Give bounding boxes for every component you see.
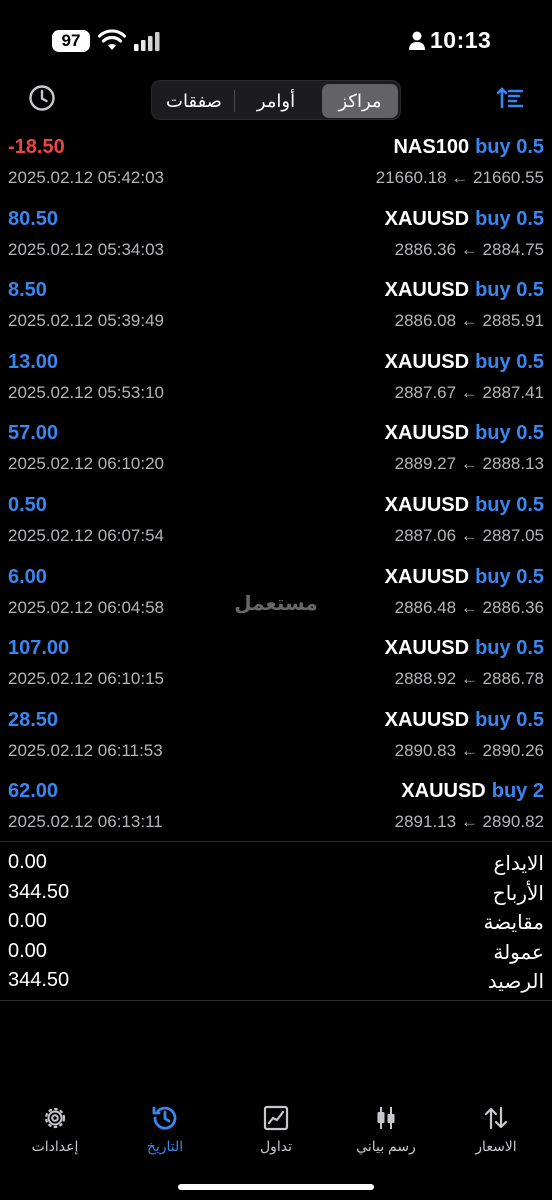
trade-profit: 107.00 (8, 637, 70, 660)
trade-chart-icon (263, 1105, 289, 1131)
summary-row-profit: 344.50 الأرباح (0, 878, 552, 908)
trade-row[interactable]: 13.00 2025.02.12 05:53:10 XAUUSD buy 0.5 … (0, 327, 552, 402)
tab-label: رسم بياني (356, 1138, 416, 1154)
trade-symbol-line: XAUUSD buy 0.5 (385, 709, 544, 732)
account-summary: 0.00 الايداع 344.50 الأرباح 0.00 مقايضة … (0, 848, 552, 996)
battery-indicator: 97 (52, 30, 90, 52)
summary-divider-top (0, 841, 552, 842)
history-clock-icon[interactable] (28, 84, 56, 112)
trade-symbol-line: XAUUSD buy 0.5 (385, 279, 544, 302)
trade-symbol-line: XAUUSD buy 0.5 (385, 494, 544, 517)
trade-direction: buy 0.5 (475, 637, 544, 660)
trade-symbol: NAS100 (393, 136, 470, 158)
tab-history[interactable]: التاريخ (115, 1100, 215, 1166)
trade-row[interactable]: -18.50 2025.02.12 05:42:03 NAS100 buy 0.5… (0, 112, 552, 187)
tab-quotes[interactable]: الاسعار (446, 1100, 546, 1166)
tab-label: تداول (259, 1138, 293, 1154)
summary-row-balance: 344.50 الرصيد (0, 966, 552, 996)
trade-profit: 8.50 (8, 279, 47, 302)
status-time: 10:13 (430, 27, 492, 53)
summary-row-deposit: 0.00 الايداع (0, 848, 552, 878)
trade-symbol-line: XAUUSD buy 0.5 (385, 637, 544, 660)
watermark-logo: مستعمل (234, 591, 317, 615)
tab-settings[interactable]: إعدادات (5, 1100, 105, 1166)
trade-symbol-line: XAUUSD buy 2 (401, 780, 544, 803)
cellular-signal-icon (134, 32, 160, 51)
tab-label: إعدادات (31, 1138, 79, 1154)
trade-direction: buy 0.5 (475, 493, 544, 516)
summary-label: الرصيد (487, 971, 544, 993)
trade-symbol: XAUUSD (384, 422, 470, 445)
summary-value: 0.00 (8, 939, 47, 962)
summary-label: الايداع (493, 853, 544, 875)
trade-row[interactable]: 80.50 2025.02.12 05:34:03 XAUUSD buy 0.5 … (0, 184, 552, 259)
trade-symbol-line: XAUUSD buy 0.5 (385, 351, 544, 374)
trade-row[interactable]: 107.00 2025.02.12 06:10:15 XAUUSD buy 0.5… (0, 613, 552, 688)
summary-row-swap: 0.00 مقايضة (0, 907, 552, 937)
trade-symbol: XAUUSD (384, 565, 470, 588)
tab-label: التاريخ (146, 1138, 184, 1154)
summary-divider-bottom (0, 1000, 552, 1001)
trade-row[interactable]: 8.50 2025.02.12 05:39:49 XAUUSD buy 0.5 2… (0, 255, 552, 330)
trade-direction: buy 0.5 (475, 565, 544, 588)
summary-label: عمولة (493, 941, 544, 964)
trade-prices: 2891.13 ← 2890.82 (394, 812, 544, 832)
home-indicator[interactable] (178, 1184, 374, 1190)
summary-value: 344.50 (8, 969, 70, 991)
summary-label: مقايضة (483, 912, 544, 934)
summary-value: 0.00 (8, 851, 47, 873)
status-bar: 97 10:13 (0, 0, 552, 80)
trade-profit: 13.00 (8, 350, 59, 373)
candlestick-icon (377, 1107, 395, 1129)
tab-chart[interactable]: رسم بياني (336, 1100, 436, 1166)
trade-symbol: XAUUSD (401, 780, 486, 803)
trade-direction: buy 0.5 (475, 350, 544, 373)
trade-symbol: XAUUSD (384, 493, 470, 516)
summary-value: 0.00 (8, 910, 47, 932)
trade-time: 2025.02.12 06:13:11 (8, 812, 163, 832)
trade-symbol: XAUUSD (384, 637, 470, 660)
trade-direction: buy 2 (491, 780, 544, 803)
gear-icon (44, 1107, 66, 1129)
trade-direction: buy 0.5 (475, 422, 544, 445)
trade-direction: buy 0.5 (475, 279, 544, 302)
trade-profit: 57.00 (8, 422, 59, 445)
trade-profit: 62.00 (8, 780, 59, 803)
quotes-arrows-icon (484, 1106, 508, 1130)
trade-symbol: XAUUSD (384, 708, 470, 731)
person-icon (409, 31, 425, 50)
trade-direction: buy 0.5 (475, 207, 544, 230)
trade-profit: 80.50 (8, 207, 59, 230)
trades-list: -18.50 2025.02.12 05:42:03 NAS100 buy 0.5… (0, 112, 552, 831)
trade-symbol-line: NAS100 buy 0.5 (393, 136, 544, 159)
trade-row[interactable]: 57.00 2025.02.12 06:10:20 XAUUSD buy 0.5 … (0, 398, 552, 473)
trade-direction: buy 0.5 (475, 708, 544, 731)
tab-label: الاسعار (475, 1138, 517, 1154)
trade-profit: -18.50 (8, 136, 65, 158)
trade-symbol-line: XAUUSD buy 0.5 (385, 208, 544, 231)
tab-trade[interactable]: تداول (226, 1100, 326, 1166)
sort-icon[interactable] (497, 86, 523, 110)
trade-symbol-line: XAUUSD buy 0.5 (385, 566, 544, 589)
bottom-tab-bar: إعدادات التاريخ تداول رسم بياني الاسعار (0, 1100, 552, 1170)
trade-symbol: XAUUSD (384, 350, 470, 373)
watermark-text: مستعمل (234, 591, 317, 615)
summary-row-commission: 0.00 عمولة (0, 937, 552, 967)
history-icon (152, 1106, 177, 1130)
trade-direction: buy 0.5 (475, 136, 544, 158)
trade-symbol: XAUUSD (384, 279, 470, 302)
trade-row[interactable]: 0.50 2025.02.12 06:07:54 XAUUSD buy 0.5 2… (0, 470, 552, 545)
summary-label: الأرباح (492, 882, 544, 905)
trade-profit: 0.50 (8, 493, 47, 516)
segment-divider (234, 90, 235, 112)
summary-value: 344.50 (8, 880, 70, 903)
trade-symbol-line: XAUUSD buy 0.5 (385, 422, 544, 445)
trade-row[interactable]: 62.00 2025.02.12 06:13:11 XAUUSD buy 2 28… (0, 756, 552, 831)
trade-profit: 28.50 (8, 708, 59, 731)
trade-symbol: XAUUSD (384, 207, 470, 230)
trade-profit: 6.00 (8, 565, 47, 588)
trade-row[interactable]: 28.50 2025.02.12 06:11:53 XAUUSD buy 0.5 … (0, 685, 552, 760)
wifi-icon (98, 29, 126, 50)
